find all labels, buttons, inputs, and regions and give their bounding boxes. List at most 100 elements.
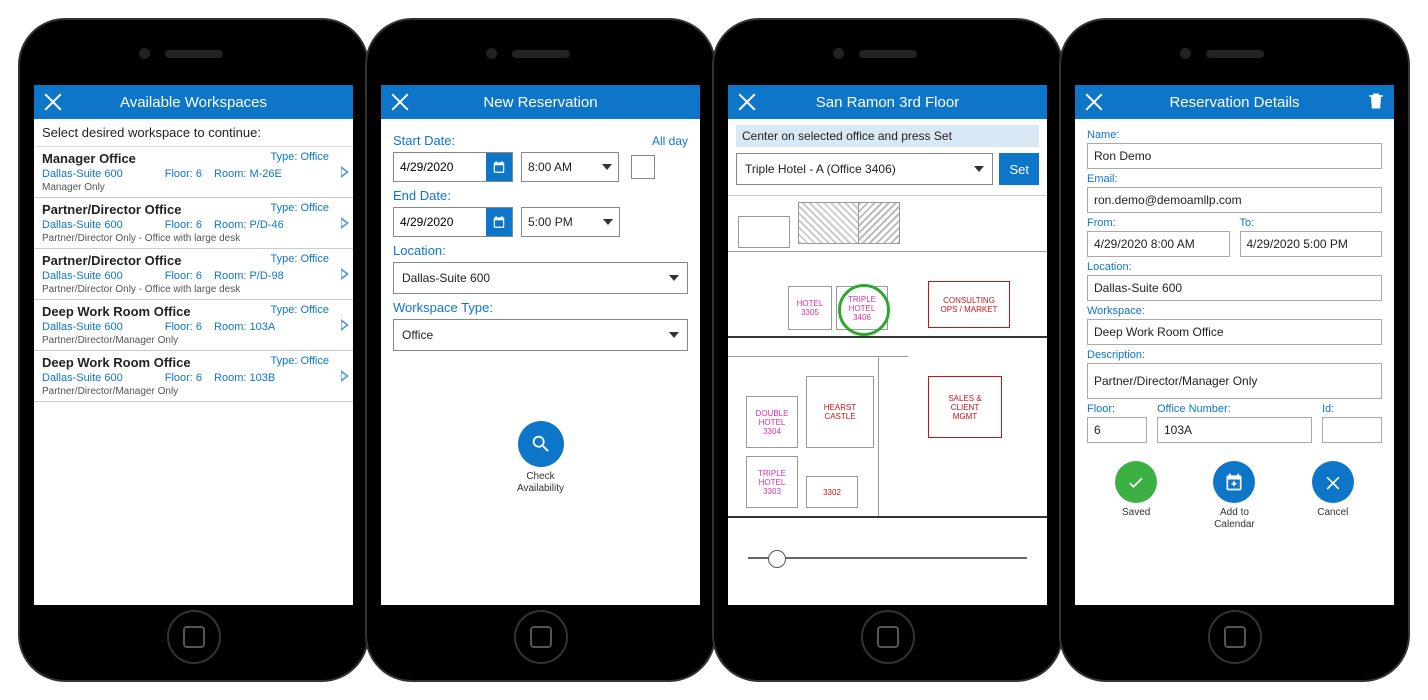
workspace-item[interactable]: Deep Work Room Office Type: Office Dalla… <box>34 351 353 402</box>
office-select[interactable]: Triple Hotel - A (Office 3406) <box>736 153 993 185</box>
workspace-room: Room: 103B <box>214 372 275 384</box>
workspace-type: Type: Office <box>271 304 330 319</box>
trash-icon[interactable] <box>1366 91 1386 113</box>
id-label: Id: <box>1322 403 1382 415</box>
workspace-note: Manager Only <box>42 182 329 193</box>
chevron-right-icon <box>341 217 349 229</box>
from-field[interactable]: 4/29/2020 8:00 AM <box>1087 231 1230 257</box>
saved-button[interactable] <box>1115 461 1157 503</box>
office-number-label: Office Number: <box>1157 403 1312 415</box>
page-title: Reservation Details <box>1169 94 1299 111</box>
instruction: Select desired workspace to continue: <box>34 119 353 147</box>
workspace-floor: Floor: 6 <box>165 219 202 231</box>
home-button[interactable] <box>514 610 568 664</box>
id-field[interactable] <box>1322 417 1382 443</box>
end-date-input[interactable] <box>393 207 513 237</box>
instruction: Center on selected office and press Set <box>736 125 1039 147</box>
workspace-type: Type: Office <box>271 253 330 268</box>
calendar-icon[interactable] <box>486 153 512 181</box>
search-icon <box>530 433 552 455</box>
saved-label: Saved <box>1115 507 1157 519</box>
cancel-button[interactable] <box>1312 461 1354 503</box>
room-double-hotel[interactable]: DOUBLE HOTEL 3304 <box>746 396 798 448</box>
room-hotel[interactable]: HOTEL 3305 <box>788 286 832 330</box>
home-button[interactable] <box>1208 610 1262 664</box>
to-field[interactable]: 4/29/2020 5:00 PM <box>1240 231 1383 257</box>
check-availability-button[interactable] <box>518 421 564 467</box>
location-select[interactable]: Dallas-Suite 600 <box>393 262 688 294</box>
workspace-note: Partner/Director/Manager Only <box>42 386 329 397</box>
room-sales[interactable]: SALES & CLIENT MGMT <box>928 376 1002 438</box>
check-availability-label: Check Availability <box>393 471 688 495</box>
phone-3: San Ramon 3rd Floor Center on selected o… <box>714 20 1061 680</box>
workspace-floor: Floor: 6 <box>165 270 202 282</box>
email-label: Email: <box>1087 173 1382 185</box>
workspace-title: Deep Work Room Office <box>42 355 191 370</box>
description-label: Description: <box>1087 349 1382 361</box>
header: San Ramon 3rd Floor <box>728 85 1047 119</box>
location-label: Location: <box>393 243 688 258</box>
add-to-calendar-button[interactable] <box>1213 461 1255 503</box>
description-field[interactable]: Partner/Director/Manager Only <box>1087 363 1382 399</box>
calendar-icon[interactable] <box>486 208 512 236</box>
screen-new-reservation: New Reservation Start Date: All day 8:00… <box>381 85 700 605</box>
end-date-label: End Date: <box>393 188 688 203</box>
home-button[interactable] <box>861 610 915 664</box>
to-label: To: <box>1240 217 1383 229</box>
page-title: New Reservation <box>483 94 597 111</box>
floor-plan-map[interactable]: HOTEL 3305 TRIPLE HOTEL 3406 CONSULTING … <box>728 195 1047 576</box>
workspace-room: Room: P/D-46 <box>214 219 284 231</box>
workspace-type-label: Workspace Type: <box>393 300 688 315</box>
workspace-note: Partner/Director Only - Office with larg… <box>42 284 329 295</box>
check-icon <box>1126 472 1146 492</box>
workspace-room: Room: P/D-98 <box>214 270 284 282</box>
chevron-right-icon <box>341 166 349 178</box>
workspace-label: Workspace: <box>1087 305 1382 317</box>
calendar-icon <box>1224 472 1244 492</box>
close-icon[interactable] <box>734 89 760 115</box>
workspace-field[interactable]: Deep Work Room Office <box>1087 319 1382 345</box>
room-hearst[interactable]: HEARST CASTLE <box>806 376 874 448</box>
close-icon[interactable] <box>387 89 413 115</box>
floor-field[interactable]: 6 <box>1087 417 1147 443</box>
room-consulting[interactable]: CONSULTING OPS / MARKET <box>928 281 1010 328</box>
workspace-title: Manager Office <box>42 151 136 166</box>
set-button[interactable]: Set <box>999 153 1039 185</box>
workspace-type-select[interactable]: Office <box>393 319 688 351</box>
chevron-right-icon <box>341 268 349 280</box>
header: New Reservation <box>381 85 700 119</box>
page-title: Available Workspaces <box>120 94 267 111</box>
start-time-select[interactable]: 8:00 AM <box>521 152 619 182</box>
workspace-location: Dallas-Suite 600 <box>42 270 123 282</box>
workspace-title: Deep Work Room Office <box>42 304 191 319</box>
screen-floor-plan: San Ramon 3rd Floor Center on selected o… <box>728 85 1047 605</box>
page-title: San Ramon 3rd Floor <box>816 94 959 111</box>
workspace-item[interactable]: Partner/Director Office Type: Office Dal… <box>34 198 353 249</box>
workspace-title: Partner/Director Office <box>42 253 181 268</box>
selection-circle-icon <box>838 284 890 336</box>
workspace-item[interactable]: Partner/Director Office Type: Office Dal… <box>34 249 353 300</box>
zoom-slider[interactable] <box>748 548 1027 568</box>
location-field[interactable]: Dallas-Suite 600 <box>1087 275 1382 301</box>
workspace-item[interactable]: Deep Work Room Office Type: Office Dalla… <box>34 300 353 351</box>
close-icon[interactable] <box>40 89 66 115</box>
start-date-input[interactable] <box>393 152 513 182</box>
workspace-type: Type: Office <box>271 355 330 370</box>
workspace-item[interactable]: Manager Office Type: Office Dallas-Suite… <box>34 147 353 198</box>
workspace-location: Dallas-Suite 600 <box>42 321 123 333</box>
workspace-room: Room: M-26E <box>214 168 282 180</box>
close-icon[interactable] <box>1081 89 1107 115</box>
end-time-select[interactable]: 5:00 PM <box>521 207 620 237</box>
room-triple-hotel-2[interactable]: TRIPLE HOTEL 3303 <box>746 456 798 508</box>
workspace-location: Dallas-Suite 600 <box>42 372 123 384</box>
room-3302[interactable]: 3302 <box>806 476 858 508</box>
home-button[interactable] <box>167 610 221 664</box>
name-label: Name: <box>1087 129 1382 141</box>
workspace-type: Type: Office <box>271 202 330 217</box>
all-day-checkbox[interactable] <box>631 155 655 179</box>
all-day-label: All day <box>652 134 688 148</box>
office-number-field[interactable]: 103A <box>1157 417 1312 443</box>
name-field[interactable]: Ron Demo <box>1087 143 1382 169</box>
close-icon <box>1323 472 1343 492</box>
email-field[interactable]: ron.demo@demoamllp.com <box>1087 187 1382 213</box>
